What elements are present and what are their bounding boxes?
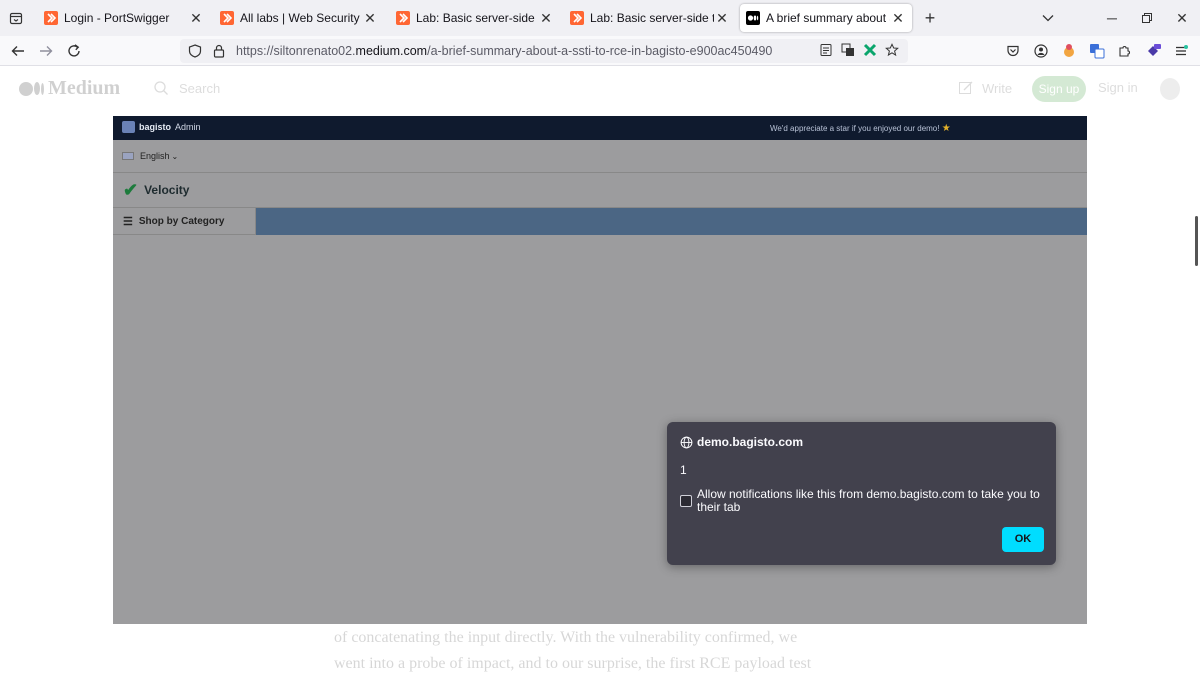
forward-arrow-icon[interactable] [36, 41, 56, 61]
uk-flag-icon [122, 152, 134, 160]
tab-title: All labs | Web Security Academy [240, 11, 362, 25]
tab-strip: Login - PortSwigger ✕ All labs | Web Sec… [0, 0, 1200, 36]
close-tab-icon[interactable]: ✕ [538, 10, 554, 27]
sign-in-link[interactable]: Sign in [1098, 80, 1138, 95]
checkmark-logo-icon: ✔ [123, 180, 139, 200]
dialog-origin: demo.bagisto.com [680, 435, 803, 449]
tab-lab-ssti-2[interactable]: Lab: Basic server-side template ✕ [564, 4, 736, 32]
translate-icon[interactable] [840, 42, 856, 58]
tab-title: A brief summary about a SSTI t [766, 11, 890, 25]
bagisto-logo: bagisto Admin [122, 121, 201, 133]
dialog-origin-text: demo.bagisto.com [697, 435, 804, 449]
medium-search[interactable]: Search [153, 80, 220, 96]
write-icon [959, 81, 973, 94]
portswigger-icon [396, 11, 410, 25]
tab-list-icon[interactable] [0, 0, 32, 36]
reload-icon[interactable] [64, 41, 84, 61]
puzzle-extensions-icon[interactable] [1116, 41, 1134, 61]
close-tab-icon[interactable]: ✕ [188, 10, 204, 27]
tab-title: Lab: Basic server-side template [416, 11, 538, 25]
store-brand: ✔ Velocity [113, 173, 1087, 208]
article-line: of concatenating the input directly. Wit… [334, 629, 798, 646]
notification-permission[interactable]: Allow notifications like this from demo.… [680, 488, 1050, 514]
extension-icon[interactable] [862, 42, 878, 58]
shop-by-category: ☰ Shop by Category [113, 208, 256, 235]
new-tab-icon[interactable]: + [920, 8, 940, 28]
navigation-bar: https://siltonrenato02.medium.com/a-brie… [0, 36, 1200, 66]
tab-login-portswigger[interactable]: Login - PortSwigger ✕ [38, 4, 210, 32]
back-arrow-icon[interactable] [8, 41, 28, 61]
translate-extension-icon[interactable] [1088, 41, 1106, 61]
shortcut-extension-icon[interactable] [1144, 41, 1162, 61]
checkbox-label[interactable]: Allow notifications like this from demo.… [697, 488, 1050, 514]
dialog-message: 1 [680, 463, 687, 477]
portswigger-icon [570, 11, 584, 25]
search-placeholder: Search [179, 80, 221, 96]
chevron-down-icon[interactable] [1038, 8, 1058, 28]
lock-icon[interactable] [210, 42, 228, 60]
menu-hamburger-icon[interactable] [1172, 41, 1190, 61]
article-body: of concatenating the input directly. Wit… [334, 625, 874, 677]
medium-logo[interactable]: Medium [19, 77, 120, 100]
alert-dialog: demo.bagisto.com 1 Allow notifications l… [667, 422, 1056, 565]
medium-header: Medium Search Write Sign up Sign in [0, 67, 1200, 111]
close-tab-icon[interactable]: ✕ [714, 10, 730, 27]
close-tab-icon[interactable]: ✕ [890, 10, 906, 27]
tab-medium-article[interactable]: A brief summary about a SSTI t ✕ [740, 4, 912, 32]
ok-button[interactable]: OK [1002, 527, 1044, 552]
write-button[interactable]: Write [958, 80, 1012, 96]
url-text[interactable]: https://siltonrenato02.medium.com/a-brie… [236, 44, 772, 58]
bagisto-brand: bagisto [139, 122, 172, 132]
store-name: Velocity [144, 183, 190, 197]
category-bar [256, 208, 1087, 235]
close-tab-icon[interactable]: ✕ [362, 10, 378, 27]
sign-up-button[interactable]: Sign up [1032, 76, 1086, 102]
bagisto-topbar: bagisto Admin We'd appreciate a star if … [113, 116, 1087, 140]
avatar[interactable] [1160, 78, 1180, 100]
url-scheme: https:// [236, 44, 274, 58]
tab-lab-ssti-1[interactable]: Lab: Basic server-side template ✕ [390, 4, 560, 32]
star-message-text: We'd appreciate a star if you enjoyed ou… [770, 124, 940, 133]
medium-icon [746, 11, 760, 25]
notification-checkbox[interactable] [680, 495, 692, 507]
close-window-icon[interactable]: ✕ [1170, 6, 1194, 30]
bagisto-logo-icon [122, 121, 135, 133]
star-message: We'd appreciate a star if you enjoyed ou… [770, 123, 951, 134]
reader-view-icon[interactable] [818, 42, 834, 58]
tab-all-labs[interactable]: All labs | Web Security Academy ✕ [214, 4, 384, 32]
medium-wordmark: Medium [48, 77, 121, 99]
language-label: English [140, 151, 170, 161]
globe-icon [680, 436, 693, 448]
bagisto-brand-suffix: Admin [175, 122, 201, 132]
url-path: /a-brief-summary-about-a-ssti-to-rce-in-… [427, 44, 773, 58]
star-icon: ★ [941, 123, 951, 134]
bookmark-star-icon[interactable] [884, 42, 900, 58]
minimize-icon[interactable]: ─ [1100, 6, 1124, 30]
tab-title: Login - PortSwigger [64, 11, 170, 25]
shield-icon[interactable] [186, 42, 204, 60]
write-label: Write [982, 80, 1013, 96]
account-icon[interactable] [1032, 41, 1050, 61]
language-selector: English ⌄ [113, 140, 1087, 173]
scrollbar-thumb[interactable] [1195, 216, 1198, 266]
search-icon [154, 81, 168, 95]
pocket-icon[interactable] [1004, 41, 1022, 61]
url-subdomain: siltonrenato02. [273, 44, 356, 58]
medium-logo-icon [19, 81, 44, 96]
portswigger-icon [220, 11, 234, 25]
restore-icon[interactable] [1135, 6, 1159, 30]
address-bar[interactable]: https://siltonrenato02.medium.com/a-brie… [180, 39, 908, 63]
category-label: Shop by Category [138, 215, 225, 227]
url-host: medium.com [355, 44, 428, 58]
hamburger-icon: ☰ [123, 215, 133, 228]
article-line: went into a probe of impact, and to our … [334, 655, 812, 672]
chevron-down-icon: ⌄ [171, 151, 179, 161]
tab-title: Lab: Basic server-side template [590, 11, 714, 25]
extension-avatar-icon[interactable] [1060, 41, 1078, 61]
portswigger-icon [44, 11, 58, 25]
